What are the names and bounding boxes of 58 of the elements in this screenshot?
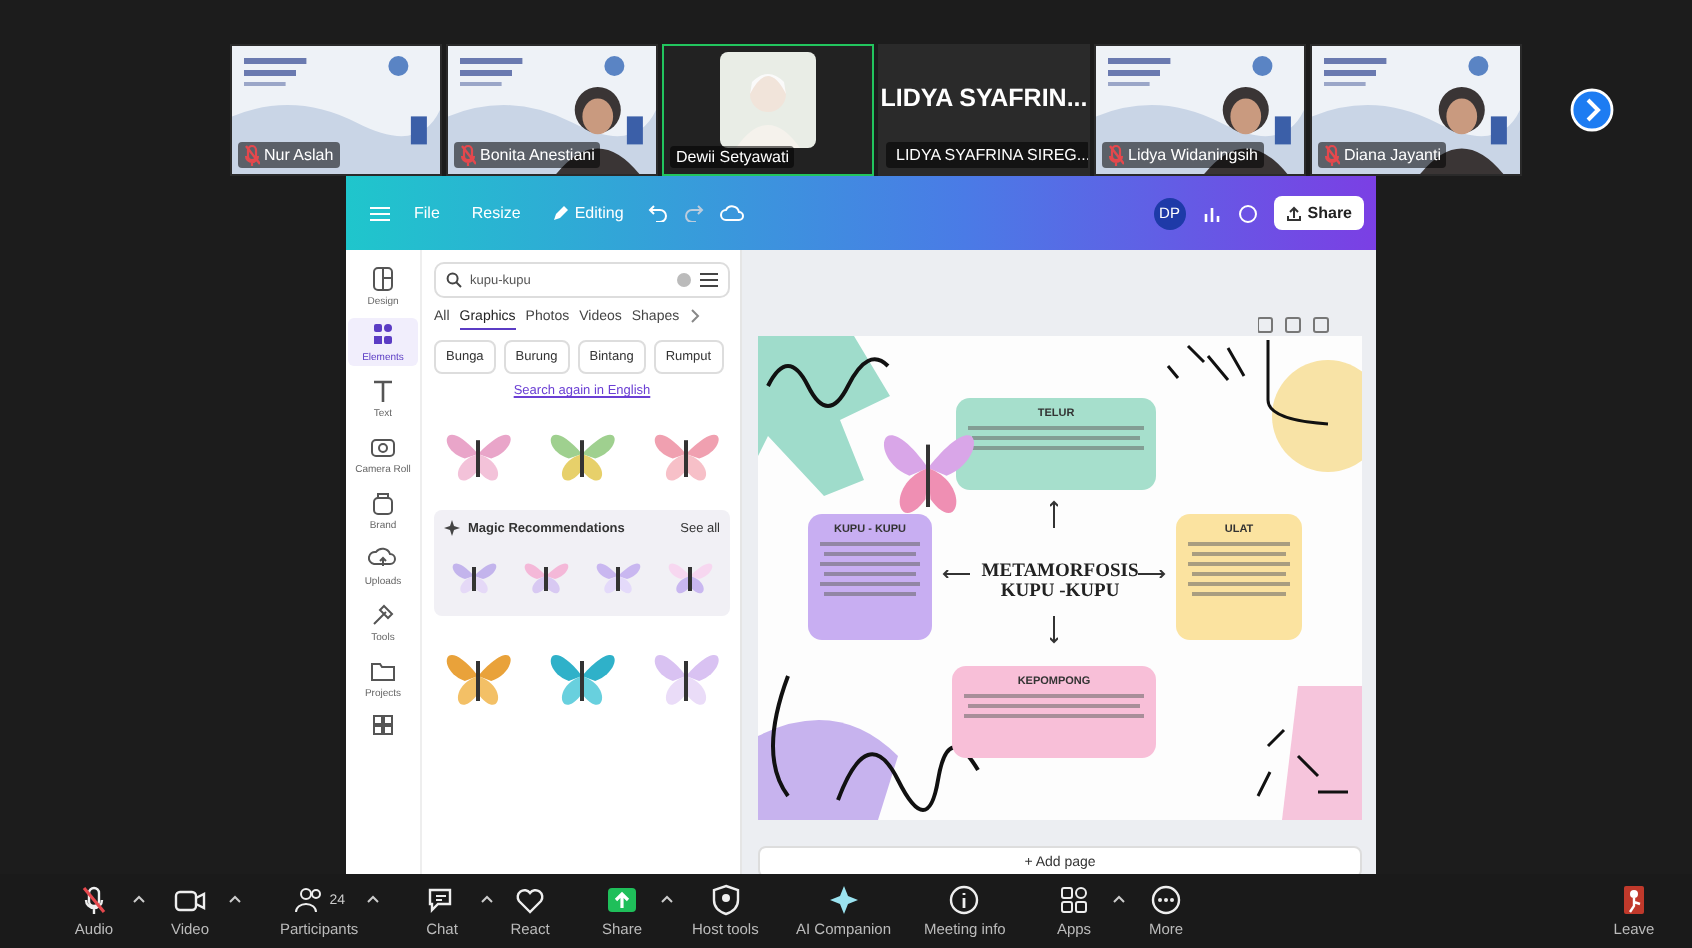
caret-icon[interactable]	[1112, 894, 1126, 904]
corner-shape	[1282, 686, 1362, 820]
sparkle-icon	[444, 520, 460, 536]
slide-title: METAMORFOSIS KUPU -KUPU	[979, 564, 1141, 604]
caret-icon[interactable]	[132, 894, 146, 904]
chevron-right-icon[interactable]	[689, 308, 700, 324]
heart-icon	[514, 884, 546, 916]
curve-line	[1266, 340, 1329, 426]
arrow	[1138, 570, 1166, 578]
caret-icon[interactable]	[480, 894, 494, 904]
share-button[interactable]: Share	[1273, 196, 1364, 230]
participant-name: Nur Aslah	[264, 146, 334, 164]
text-lines-drawing	[816, 542, 924, 602]
more-icon	[1150, 884, 1182, 916]
briefcase-icon	[368, 488, 398, 518]
arrow	[942, 570, 970, 578]
pencil-icon	[552, 205, 569, 221]
cloud-icon[interactable]	[719, 204, 744, 222]
caret-icon[interactable]	[228, 894, 242, 904]
text-lines-drawing	[1184, 542, 1294, 602]
mic-off-icon	[1108, 144, 1124, 166]
participant-name: LIDYA SYAFRINA SIREG...	[896, 146, 1088, 164]
dash-marks	[1166, 344, 1246, 382]
mic-off-icon	[244, 144, 260, 166]
participant-name: Lidya Widaningsih	[1128, 146, 1258, 164]
participant-name: LIDYA SYAFRIN...	[880, 84, 1088, 112]
filter-icon[interactable]	[700, 272, 718, 288]
upload-icon	[1285, 205, 1302, 221]
dash-marks	[1256, 728, 1350, 798]
mic-off-icon	[1324, 144, 1340, 166]
shapes-icon	[368, 320, 398, 350]
arrow	[1050, 616, 1058, 644]
leave-icon	[1618, 884, 1650, 916]
arrow	[1050, 500, 1058, 528]
apps-icon	[1058, 884, 1090, 916]
squiggle-line	[766, 357, 890, 408]
comment-icon[interactable]	[1237, 203, 1258, 223]
caret-icon[interactable]	[660, 894, 674, 904]
sparkle-icon	[827, 884, 860, 916]
tools-icon	[368, 600, 398, 630]
mic-off-icon	[460, 144, 476, 166]
undo-icon[interactable]	[647, 204, 668, 222]
next-page-button[interactable]	[1570, 88, 1614, 132]
people-icon	[293, 884, 326, 916]
share-screen-icon	[606, 884, 638, 916]
chart-icon[interactable]	[1201, 203, 1222, 223]
apps-icon[interactable]	[368, 710, 398, 740]
mic-off-icon	[78, 884, 110, 916]
search-icon	[446, 272, 462, 288]
blob-shape	[758, 720, 898, 820]
info-icon	[948, 884, 981, 916]
participant-name: Bonita Anestiani	[480, 146, 595, 164]
layout-icon	[368, 264, 398, 294]
caret-icon[interactable]	[366, 894, 381, 904]
participant-name: Diana Jayanti	[1344, 146, 1441, 164]
text-icon	[368, 376, 398, 406]
shield-icon	[709, 884, 742, 916]
participant-name: Dewii Setyawati	[676, 148, 789, 166]
